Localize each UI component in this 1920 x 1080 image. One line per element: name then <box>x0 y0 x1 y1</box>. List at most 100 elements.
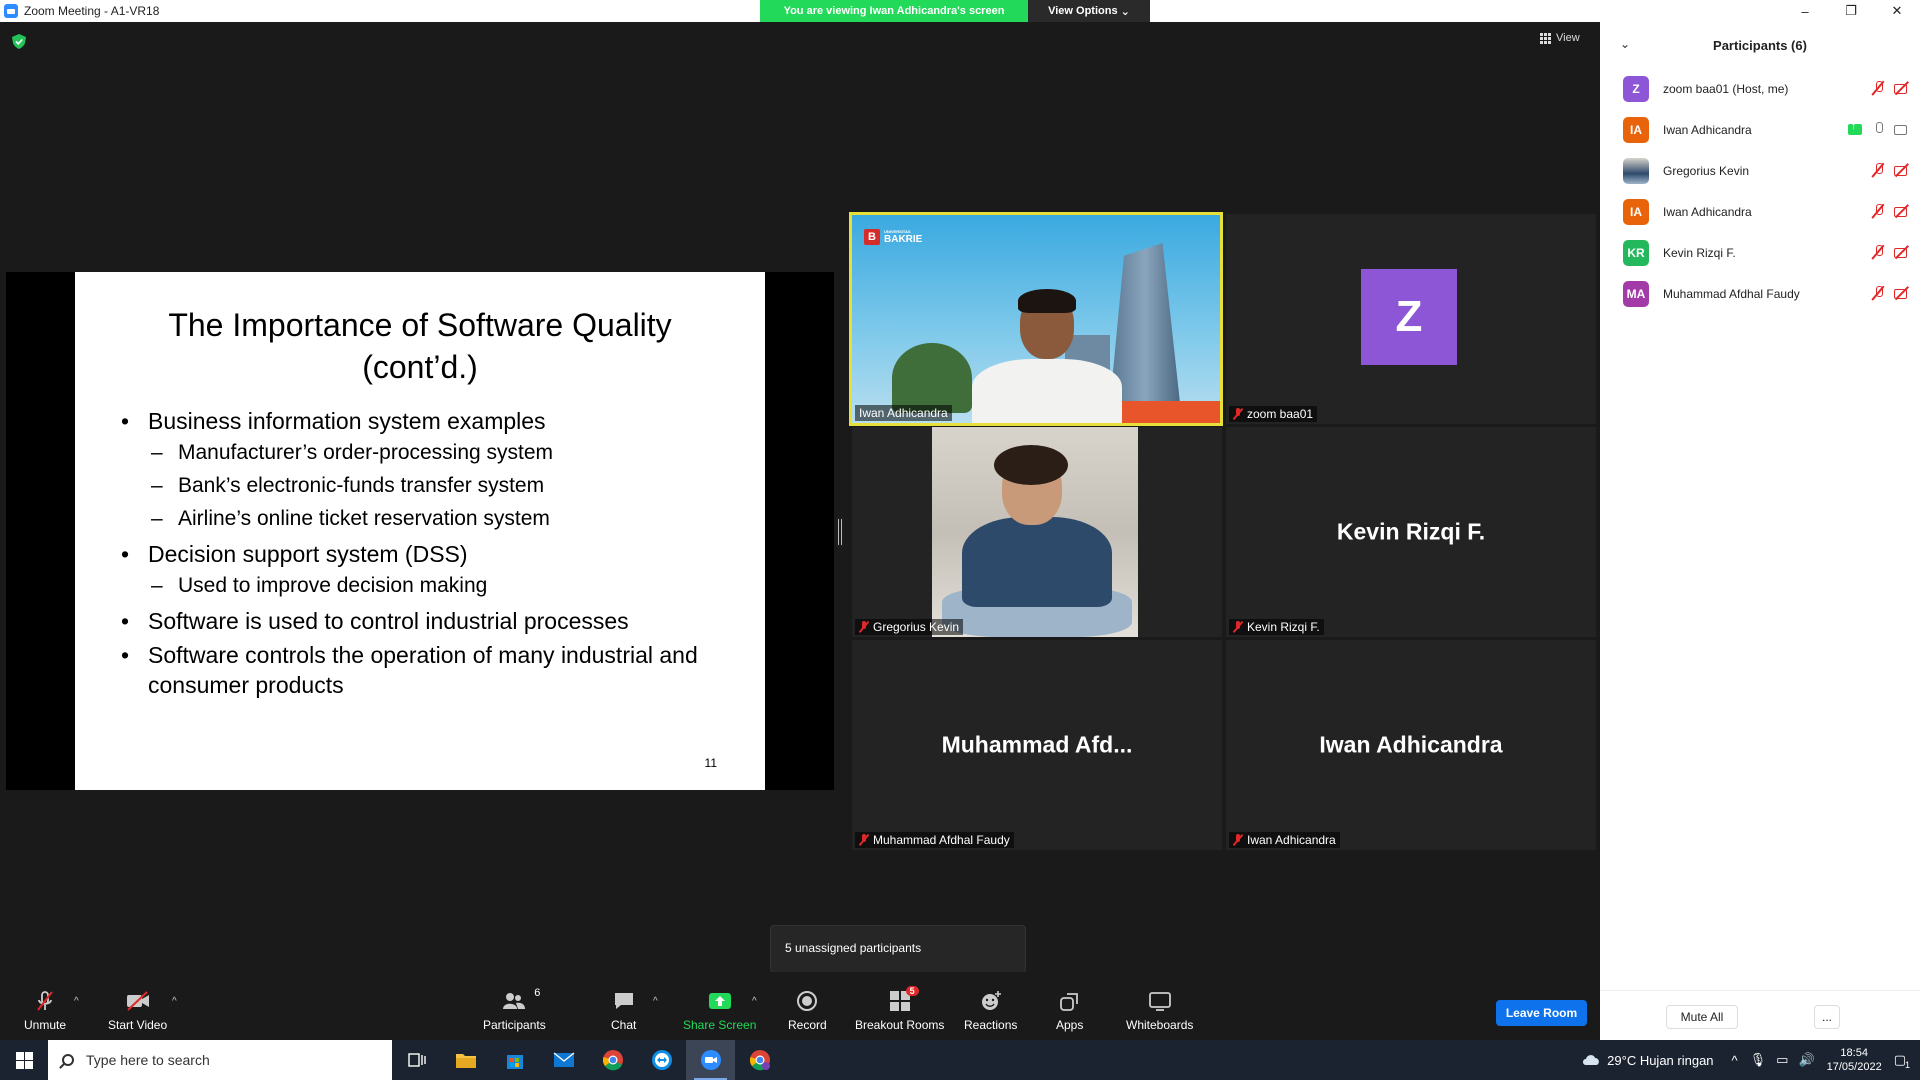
mute-all-button[interactable]: Mute All <box>1666 1005 1738 1029</box>
chat-options-caret[interactable]: ^ <box>653 996 658 1007</box>
task-view-icon[interactable] <box>392 1040 441 1080</box>
breakout-rooms-label: Breakout Rooms <box>855 1018 945 1032</box>
participants-button[interactable]: 6 Participants <box>483 987 546 1032</box>
camera-off-icon <box>1894 82 1910 94</box>
bullet: Decision support system (DSS) <box>121 539 731 569</box>
participants-label: Participants <box>483 1018 546 1032</box>
chrome-icon[interactable] <box>588 1040 637 1080</box>
viewing-screen-label: You are viewing Iwan Adhicandra's screen <box>760 0 1028 22</box>
mic-muted-icon <box>1872 81 1884 95</box>
camera-off-icon <box>1894 246 1910 258</box>
view-options-button[interactable]: View Options ⌄ <box>1028 0 1150 22</box>
video-tile-zoom-baa01[interactable]: Z zoom baa01 <box>1226 214 1596 424</box>
mic-muted-icon <box>1872 245 1884 259</box>
video-tile-gregorius-kevin[interactable]: Gregorius Kevin <box>852 427 1222 637</box>
participants-panel: ⌄ Participants (6) Z zoom baa01 (Host, m… <box>1600 22 1920 1040</box>
participant-avatar: IA <box>1623 116 1649 143</box>
meeting-area: View The Importance of Software Quality … <box>0 22 1600 973</box>
more-options-button[interactable]: ... <box>1814 1005 1840 1029</box>
zoom-app-icon <box>4 4 18 18</box>
tile-name: Iwan Adhicandra <box>1247 833 1336 847</box>
participant-row[interactable]: Z zoom baa01 (Host, me) <box>1600 68 1920 109</box>
windows-start-button[interactable] <box>0 1040 48 1080</box>
participant-row[interactable]: Gregorius Kevin <box>1600 150 1920 191</box>
smiley-plus-icon <box>979 990 1003 1012</box>
participant-row[interactable]: KR Kevin Rizqi F. <box>1600 232 1920 273</box>
teamviewer-icon[interactable] <box>637 1040 686 1080</box>
breakout-rooms-button[interactable]: 5 Breakout Rooms <box>855 986 945 1032</box>
weather-text[interactable]: 29°C Hujan ringan <box>1607 1053 1713 1068</box>
taskbar-search-input[interactable]: Type here to search <box>48 1040 392 1080</box>
tooltip-text: 5 unassigned participants <box>785 941 922 955</box>
minimize-button[interactable]: – <box>1782 0 1828 22</box>
participant-row[interactable]: IA Iwan Adhicandra <box>1600 191 1920 232</box>
tile-name-tag: Gregorius Kevin <box>855 619 964 635</box>
tile-name: Iwan Adhicandra <box>859 406 948 420</box>
participants-panel-header: ⌄ Participants (6) <box>1600 22 1920 68</box>
collapse-chevron-icon[interactable]: ⌄ <box>1620 37 1630 51</box>
zoom-taskbar-icon[interactable] <box>686 1040 735 1080</box>
share-options-caret[interactable]: ^ <box>752 996 757 1007</box>
mic-muted-icon <box>1233 621 1243 633</box>
video-tile-iwan-active[interactable]: B UNIVERSITAS BAKRIE Iwan Adhicandra <box>849 212 1223 426</box>
person-figure <box>972 289 1122 423</box>
notification-count: 1 <box>1904 1060 1910 1070</box>
participant-name: zoom baa01 (Host, me) <box>1663 81 1789 96</box>
screen-share-banner: You are viewing Iwan Adhicandra's screen… <box>760 0 1150 22</box>
camera-off-icon <box>1894 205 1910 217</box>
share-screen-button[interactable]: Share Screen <box>683 990 756 1032</box>
apps-button[interactable]: Apps <box>1056 990 1083 1032</box>
chat-button[interactable]: Chat <box>611 990 636 1032</box>
share-screen-icon <box>708 990 732 1012</box>
mail-icon[interactable] <box>539 1040 588 1080</box>
grid-view-icon <box>1540 32 1551 44</box>
participants-icon: 6 <box>502 987 540 1012</box>
file-explorer-icon[interactable] <box>441 1040 490 1080</box>
video-options-caret[interactable]: ^ <box>172 996 177 1007</box>
resize-splitter-handle[interactable] <box>838 519 842 545</box>
video-tile-muhammad-afdhal[interactable]: Muhammad Afd... Muhammad Afdhal Faudy <box>852 640 1222 850</box>
network-icon[interactable]: ▭ <box>1776 1052 1788 1068</box>
taskbar-clock[interactable]: 18:54 17/05/2022 <box>1827 1046 1882 1074</box>
search-placeholder: Type here to search <box>86 1052 210 1068</box>
participant-row[interactable]: MA Muhammad Afdhal Faudy <box>1600 273 1920 314</box>
mic-muted-icon <box>1233 408 1243 420</box>
tray-chevron-icon[interactable]: ^ <box>1732 1053 1738 1068</box>
close-button[interactable]: ✕ <box>1874 0 1920 22</box>
view-label: View <box>1556 32 1580 44</box>
bullet: Business information system examples <box>121 406 731 436</box>
participant-avatar: Z <box>1623 75 1649 102</box>
mic-on-icon <box>1872 122 1884 136</box>
view-options-label: View Options <box>1048 5 1118 17</box>
presentation-slide: The Importance of Software Quality (cont… <box>75 272 765 790</box>
mic-muted-icon <box>1872 204 1884 218</box>
chrome-profile-icon[interactable] <box>735 1040 784 1080</box>
restore-button[interactable]: ❐ <box>1828 0 1874 22</box>
share-screen-label: Share Screen <box>683 1018 757 1032</box>
reactions-button[interactable]: Reactions <box>964 990 1017 1032</box>
whiteboards-label: Whiteboards <box>1126 1018 1194 1032</box>
view-button[interactable]: View <box>1540 32 1580 44</box>
record-icon <box>796 990 818 1012</box>
avatar: Z <box>1361 269 1457 365</box>
volume-icon[interactable]: 🔊 <box>1798 1052 1814 1068</box>
slide-bullets: Business information system examples Man… <box>121 402 731 700</box>
camera-feed: B UNIVERSITAS BAKRIE <box>852 215 1220 423</box>
audio-options-caret[interactable]: ^ <box>74 996 79 1007</box>
video-tile-iwan-adhicandra[interactable]: Iwan Adhicandra Iwan Adhicandra <box>1226 640 1596 850</box>
meeting-toolbar: Unmute ^ Start Video ^ 6 Participants Ch… <box>0 972 1600 1040</box>
participant-row[interactable]: IA Iwan Adhicandra <box>1600 109 1920 150</box>
mic-muted-icon <box>1233 834 1243 846</box>
unmute-button[interactable]: Unmute <box>24 990 66 1032</box>
tile-big-name: Kevin Rizqi F. <box>1336 518 1486 545</box>
video-tile-kevin-rizqi[interactable]: Kevin Rizqi F. Kevin Rizqi F. <box>1226 427 1596 637</box>
tile-name-tag: Kevin Rizqi F. <box>1229 619 1324 635</box>
leave-room-button[interactable]: Leave Room <box>1496 1000 1587 1026</box>
microsoft-store-icon[interactable] <box>490 1040 539 1080</box>
microphone-icon[interactable]: 🎙 <box>1750 1052 1767 1068</box>
record-button[interactable]: Record <box>788 990 827 1032</box>
whiteboards-button[interactable]: Whiteboards <box>1126 990 1193 1032</box>
start-video-button[interactable]: Start Video <box>108 990 167 1032</box>
whiteboard-icon <box>1148 990 1172 1012</box>
notification-center-icon[interactable]: ▢ 1 <box>1894 1052 1910 1070</box>
